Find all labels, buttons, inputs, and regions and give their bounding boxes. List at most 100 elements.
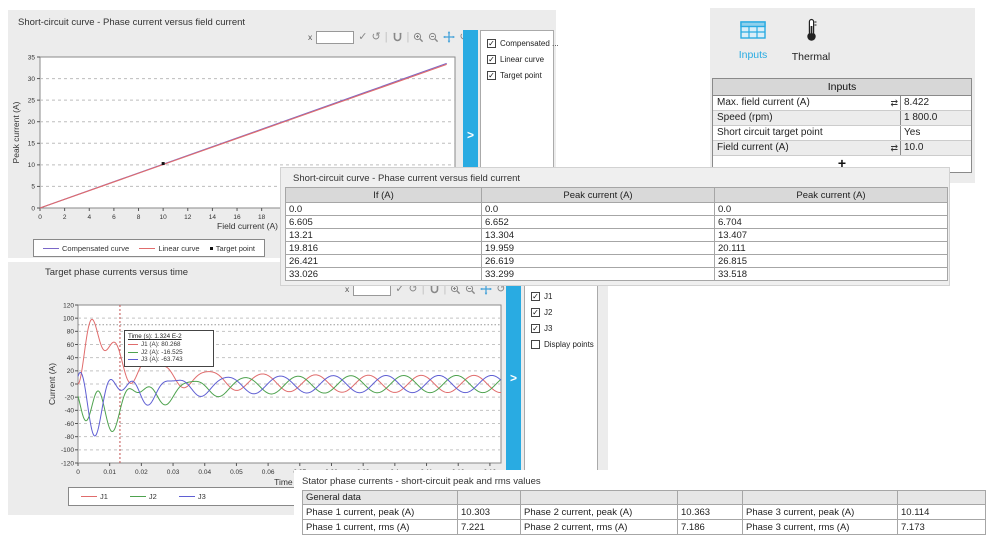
checkbox-icon: ✓ bbox=[487, 55, 496, 64]
chevron-right-icon: > bbox=[510, 371, 517, 473]
tooltip-swatch bbox=[128, 344, 138, 345]
svg-text:2: 2 bbox=[63, 214, 67, 221]
series-checkbox[interactable]: ✓Linear curve bbox=[487, 51, 553, 67]
sc-curve-table: If (A)Peak current (A)Peak current (A)0.… bbox=[285, 187, 948, 281]
table-row: 19.81619.95920.111 bbox=[286, 242, 948, 255]
cell: Phase 2 current, peak (A) bbox=[521, 505, 678, 520]
table-header-row: If (A)Peak current (A)Peak current (A) bbox=[286, 188, 948, 203]
swap-icon[interactable]: ⇄ bbox=[890, 96, 898, 110]
checkbox-label: J3 bbox=[544, 324, 552, 333]
cell: 0.0 bbox=[482, 203, 715, 216]
checkbox-icon: ✓ bbox=[531, 308, 540, 317]
legend-label: J2 bbox=[149, 492, 157, 501]
svg-text:5: 5 bbox=[31, 184, 35, 191]
thermometer-icon bbox=[805, 18, 818, 42]
legend-item: J1 bbox=[81, 492, 108, 501]
input-label-text: Field current (A) bbox=[717, 141, 789, 155]
checkbox-label: Display points bbox=[544, 340, 594, 349]
svg-text:Peak current (A): Peak current (A) bbox=[11, 101, 21, 163]
input-label: Short circuit target point bbox=[713, 126, 901, 140]
x-range-input[interactable] bbox=[316, 31, 354, 44]
collapse-bar[interactable]: > bbox=[463, 30, 478, 170]
tooltip-entry: J2 (A): -16.525 bbox=[128, 349, 210, 357]
toolbar-separator: | bbox=[407, 31, 410, 43]
swap-icon[interactable]: ⇄ bbox=[890, 141, 898, 155]
series-checkbox[interactable]: ✓J3 bbox=[531, 320, 597, 336]
panel-title: Target phase currents versus time bbox=[45, 267, 188, 278]
svg-text:0: 0 bbox=[38, 214, 42, 221]
svg-text:20: 20 bbox=[28, 119, 36, 126]
cell: 0.0 bbox=[715, 203, 948, 216]
cell: 6.605 bbox=[286, 216, 482, 229]
checkbox-label: J1 bbox=[544, 292, 552, 301]
svg-text:Field current (A): Field current (A) bbox=[217, 221, 278, 231]
pan-icon[interactable] bbox=[443, 31, 455, 43]
tab-inputs[interactable]: Inputs bbox=[728, 20, 778, 61]
table-row: 33.02633.29933.518 bbox=[286, 268, 948, 281]
cell: 7.173 bbox=[898, 520, 986, 535]
collapse-bar[interactable]: > bbox=[506, 283, 521, 473]
svg-text:0.06: 0.06 bbox=[262, 469, 275, 476]
zoom-out-icon[interactable] bbox=[428, 32, 439, 43]
input-row: Speed (rpm)1 800.0 bbox=[713, 111, 971, 126]
cell: 10.114 bbox=[898, 505, 986, 520]
panel-title: Stator phase currents - short-circuit pe… bbox=[302, 476, 541, 487]
cell: 0.0 bbox=[286, 203, 482, 216]
magnet-icon[interactable] bbox=[392, 32, 403, 43]
input-value[interactable]: 1 800.0 bbox=[901, 111, 971, 125]
svg-text:120: 120 bbox=[63, 302, 74, 309]
series-checkbox[interactable]: ✓J1 bbox=[531, 288, 597, 304]
input-value[interactable]: 10.0 bbox=[901, 141, 971, 155]
undo-icon[interactable]: ↺ bbox=[371, 32, 380, 43]
chart-legend: J1J2J3 bbox=[68, 487, 298, 506]
legend-point-swatch bbox=[210, 247, 213, 250]
svg-text:-60: -60 bbox=[65, 421, 75, 428]
svg-text:10: 10 bbox=[160, 214, 168, 221]
cell: 7.186 bbox=[678, 520, 743, 535]
input-label: Field current (A) ⇄ bbox=[713, 141, 901, 155]
input-value[interactable]: Yes bbox=[901, 126, 971, 140]
column-header: If (A) bbox=[286, 188, 482, 203]
cell: 33.299 bbox=[482, 268, 715, 281]
input-label-text: Short circuit target point bbox=[717, 126, 823, 140]
tooltip-value: J3 (A): -63.743 bbox=[141, 356, 183, 363]
svg-text:8: 8 bbox=[137, 214, 141, 221]
legend-item: Linear curve bbox=[139, 244, 199, 253]
group-header bbox=[521, 491, 678, 505]
series-checkbox[interactable]: ✓J2 bbox=[531, 304, 597, 320]
series-checkbox[interactable]: ✓Target point bbox=[487, 67, 553, 83]
tooltip-entry: J1 (A): 80.268 bbox=[128, 341, 210, 349]
chart-legend: Compensated curveLinear curveTarget poin… bbox=[33, 239, 265, 257]
tooltip-value: J2 (A): -16.525 bbox=[141, 349, 183, 356]
sc-curve-table-panel: Short-circuit curve - Phase current vers… bbox=[280, 167, 950, 286]
zoom-in-icon[interactable] bbox=[413, 32, 424, 43]
cell: 6.704 bbox=[715, 216, 948, 229]
cell: 26.815 bbox=[715, 255, 948, 268]
cell: 13.304 bbox=[482, 229, 715, 242]
inputs-panel: Inputs Thermal Inputs Max. field current… bbox=[710, 8, 975, 183]
legend-label: Linear curve bbox=[158, 244, 199, 253]
input-value[interactable]: 8.422 bbox=[901, 96, 971, 110]
series-checkbox[interactable]: Display points bbox=[531, 336, 597, 352]
svg-text:0.01: 0.01 bbox=[103, 469, 116, 476]
apply-icon[interactable]: ✓ bbox=[358, 32, 367, 43]
chart-tooltip: Time (s): 1.324 E-2 J1 (A): 80.268J2 (A)… bbox=[124, 330, 214, 367]
tooltip-value: J1 (A): 80.268 bbox=[141, 341, 181, 348]
tab-thermal[interactable]: Thermal bbox=[786, 18, 836, 63]
tooltip-entry: J3 (A): -63.743 bbox=[128, 356, 210, 364]
tab-inputs-label: Inputs bbox=[728, 49, 778, 61]
table-row: Phase 1 current, rms (A)7.221Phase 2 cur… bbox=[303, 520, 986, 535]
svg-text:10: 10 bbox=[28, 162, 36, 169]
svg-text:80: 80 bbox=[67, 329, 75, 336]
panel-title: Short-circuit curve - Phase current vers… bbox=[18, 17, 245, 28]
series-visibility-panel: ✓Compensated ...✓Linear curve✓Target poi… bbox=[480, 30, 554, 170]
column-header: Peak current (A) bbox=[715, 188, 948, 203]
svg-text:-100: -100 bbox=[61, 447, 74, 454]
legend-item: Target point bbox=[210, 244, 255, 253]
checkbox-icon: ✓ bbox=[487, 71, 496, 80]
legend-label: J1 bbox=[100, 492, 108, 501]
checkbox-icon bbox=[531, 340, 540, 349]
cell: 33.026 bbox=[286, 268, 482, 281]
chevron-right-icon: > bbox=[467, 128, 474, 170]
series-checkbox[interactable]: ✓Compensated ... bbox=[487, 35, 553, 51]
